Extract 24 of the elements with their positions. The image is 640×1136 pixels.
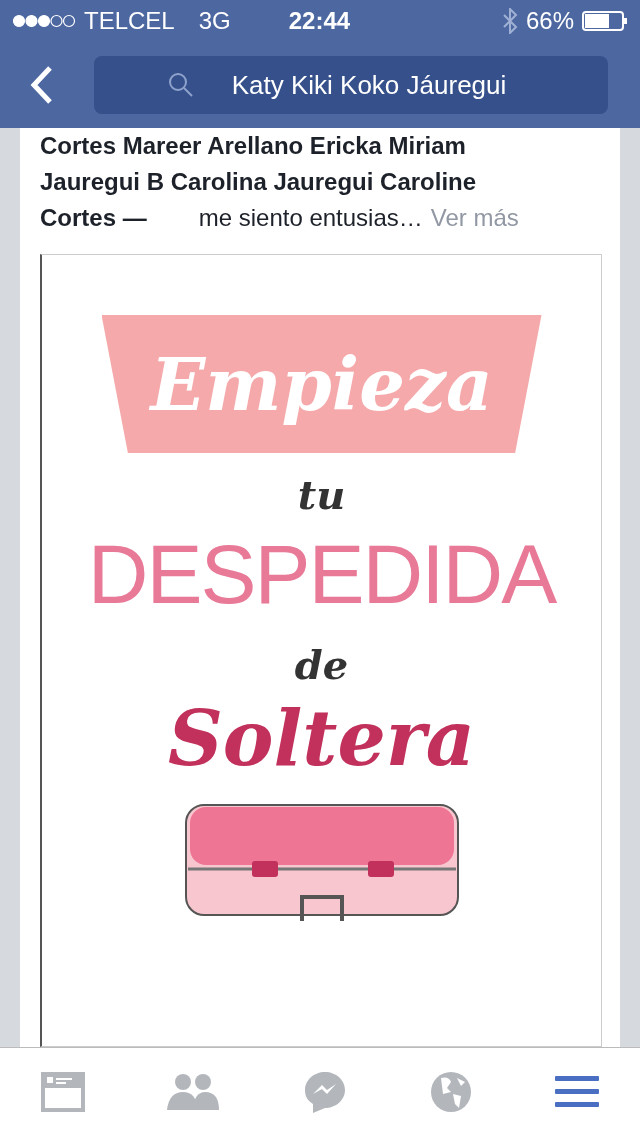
menu-icon xyxy=(555,1075,599,1109)
search-icon xyxy=(168,72,194,98)
tagged-names: Cortes — xyxy=(40,203,147,233)
poster-text: tu xyxy=(297,471,346,518)
clock-time: 22:44 xyxy=(288,7,351,35)
signal-icon xyxy=(12,14,76,28)
messenger-icon xyxy=(303,1070,347,1114)
tagged-names: Jauregui B Carolina Jauregui Caroline xyxy=(40,167,478,197)
bluetooth-icon xyxy=(501,8,518,34)
poster-text: de xyxy=(294,641,349,688)
battery-percent: 66% xyxy=(525,7,574,35)
network-type: 3G xyxy=(198,7,231,35)
search-field[interactable]: Katy Kiki Koko Jáuregui xyxy=(94,56,608,114)
friends-icon xyxy=(167,1072,221,1112)
status-text: me siento entusias… xyxy=(198,203,423,233)
carrier-name: TELCEL xyxy=(84,7,175,35)
poster-script-text: Soltera xyxy=(167,694,476,783)
tagged-names: Cortes Mareer Arellano Ericka Miriam xyxy=(40,131,467,161)
poster-title: Empieza xyxy=(150,341,493,427)
news-feed-icon xyxy=(41,1072,85,1112)
poster-heading: DESPEDIDA xyxy=(87,526,556,623)
battery-icon xyxy=(582,11,628,31)
globe-icon xyxy=(429,1070,473,1114)
back-icon[interactable] xyxy=(30,65,54,105)
